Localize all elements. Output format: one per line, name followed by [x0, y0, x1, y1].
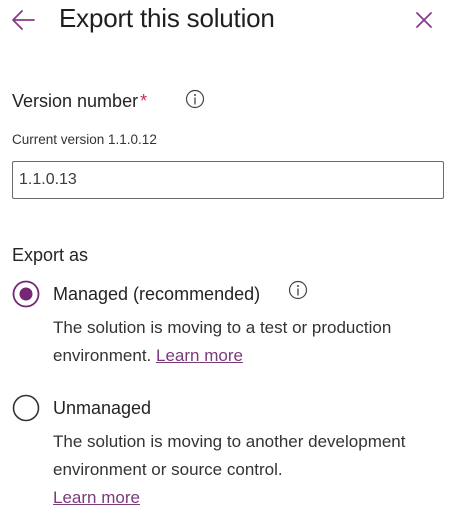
radio-selected-icon [12, 280, 40, 308]
unmanaged-radio-label: Unmanaged [53, 398, 152, 418]
info-icon-graphic [288, 280, 308, 300]
managed-description: The solution is moving to a test or prod… [53, 314, 453, 370]
close-button[interactable] [413, 9, 435, 31]
managed-radio-option[interactable]: Managed (recommended) [12, 280, 452, 310]
managed-learn-more-link[interactable]: Learn more [156, 346, 243, 365]
version-number-label-text: Version number [12, 91, 139, 111]
info-icon-graphic [185, 89, 205, 109]
unmanaged-description-text: The solution is moving to another develo… [53, 432, 406, 479]
version-number-label: Version number * [12, 91, 147, 112]
export-solution-panel: Export this solution Version number * Cur… [0, 0, 464, 516]
page-title: Export this solution [59, 3, 275, 33]
required-marker: * [140, 91, 148, 111]
unmanaged-learn-more-link[interactable]: Learn more [53, 488, 140, 507]
panel-header: Export this solution [0, 0, 464, 42]
version-number-input[interactable] [12, 161, 444, 199]
back-button[interactable] [10, 6, 38, 34]
close-icon [416, 12, 432, 28]
unmanaged-description: The solution is moving to another develo… [53, 428, 453, 512]
managed-radio-label: Managed (recommended) [53, 284, 261, 304]
arrow-left-icon [12, 10, 35, 30]
info-icon[interactable] [185, 89, 205, 109]
radio-unselected-icon [12, 394, 40, 422]
info-icon[interactable] [288, 280, 308, 300]
current-version-text: Current version 1.1.0.12 [12, 132, 157, 147]
unmanaged-radio-option[interactable]: Unmanaged [12, 394, 452, 424]
export-as-label: Export as [12, 245, 89, 265]
